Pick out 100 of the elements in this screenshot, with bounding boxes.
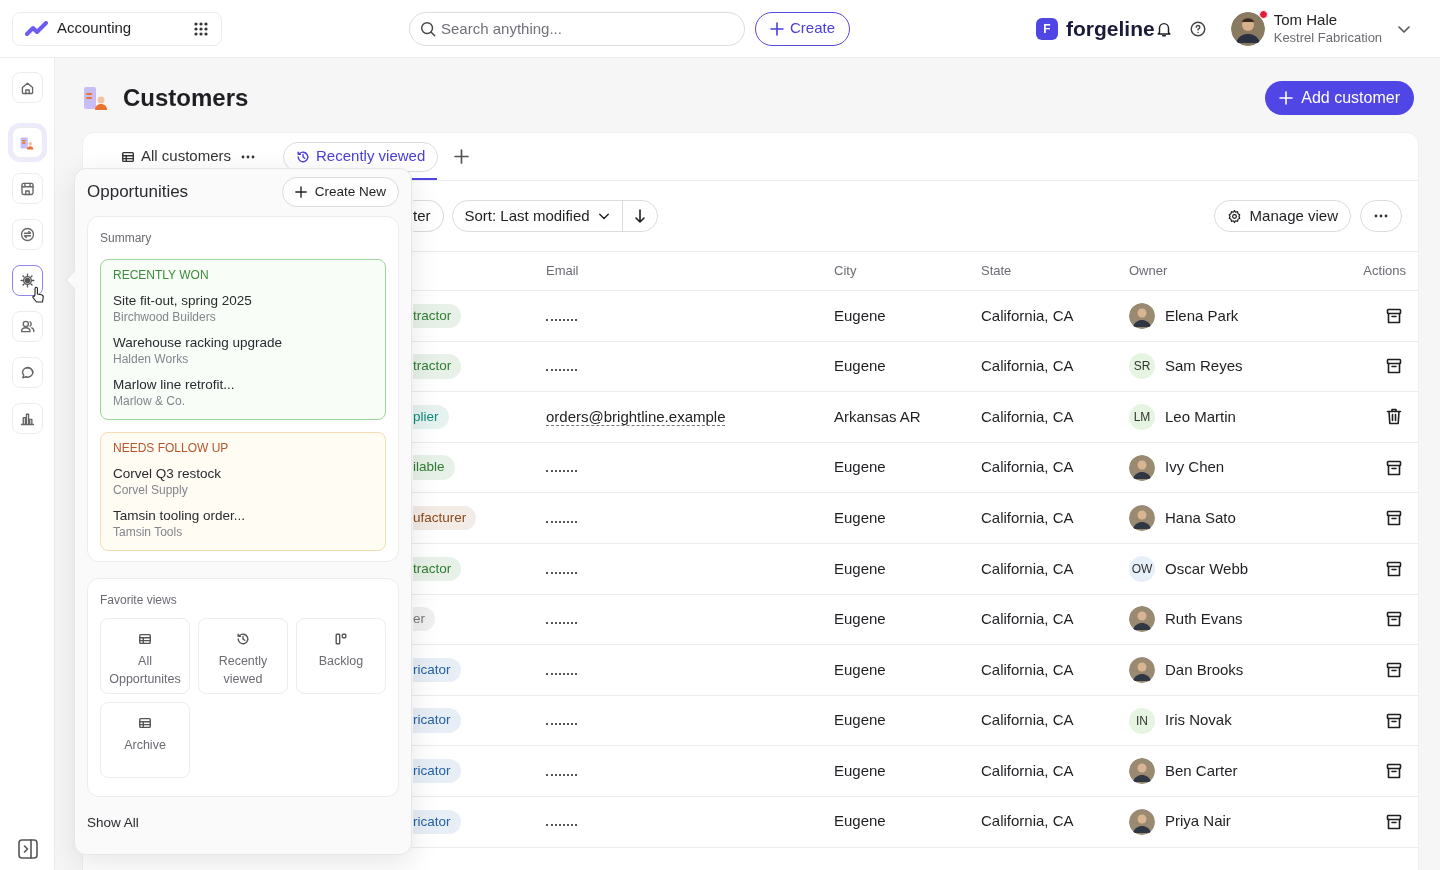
user-name: Tom Hale	[1273, 11, 1339, 30]
trash-icon[interactable]	[1386, 408, 1402, 426]
type-tag: tractor	[413, 303, 462, 328]
type-tag: ricator	[413, 657, 461, 683]
owner-name: Ivy Chen	[1165, 457, 1225, 478]
favorite-view[interactable]: Archive	[100, 702, 190, 778]
opportunity-link[interactable]: Marlow line retrofit...	[113, 376, 235, 393]
table-cell: California, CA	[981, 306, 1074, 324]
archive-icon[interactable]	[1386, 661, 1402, 678]
owner-name: Iris Novak	[1165, 710, 1232, 731]
table-icon	[138, 716, 152, 730]
archive-icon[interactable]	[1386, 307, 1402, 324]
table-cell: Arkansas AR	[834, 407, 921, 425]
owner-initials: LM	[1129, 404, 1155, 430]
archive-icon[interactable]	[1386, 611, 1402, 628]
archive-icon[interactable]	[1386, 560, 1402, 577]
type-tag: tractor	[413, 354, 462, 379]
owner-name: Ben Carter	[1165, 760, 1238, 781]
nav-item[interactable]	[11, 265, 43, 296]
sidebar-toggle-icon[interactable]	[17, 838, 39, 860]
empty-value-line	[546, 369, 577, 372]
company-name: Corvel Supply	[113, 482, 188, 499]
show-all-link[interactable]: Show All	[87, 813, 139, 834]
brand-mark: F	[1036, 17, 1059, 40]
column-header: City	[834, 263, 857, 279]
grid-icon	[193, 20, 209, 37]
empty-value-line	[546, 571, 577, 574]
history-icon	[296, 149, 311, 164]
brand-name: forgeline	[1066, 15, 1155, 42]
help-icon	[1188, 19, 1207, 38]
table-cell: California, CA	[981, 660, 1074, 678]
owner-initials: SR	[1129, 353, 1155, 380]
type-tag: plier	[413, 404, 449, 430]
history-icon	[236, 632, 250, 646]
table-cell: California, CA	[981, 559, 1074, 577]
plus-icon	[1279, 91, 1294, 105]
table-cell: California, CA	[981, 761, 1074, 779]
owner-name: Sam Reyes	[1165, 356, 1243, 377]
table-cell: Eugene	[834, 812, 886, 830]
company-name: Halden Works	[113, 351, 189, 368]
table-cell: California, CA	[981, 711, 1074, 729]
table-cell: Eugene	[834, 508, 886, 526]
company-name: Birchwood Builders	[113, 309, 216, 326]
table-cell: Eugene	[834, 610, 886, 628]
add-customer-button[interactable]: Add customer	[1265, 81, 1414, 115]
columns-icon	[334, 632, 348, 646]
arrow-down-icon	[633, 209, 646, 223]
plus-icon	[770, 21, 784, 36]
view-tab[interactable]: All customers	[109, 141, 268, 172]
favorite-view[interactable]: Backlog	[296, 618, 386, 694]
group-heading: RECENTLY WON	[113, 267, 210, 284]
table-icon	[138, 632, 152, 646]
favorite-view[interactable]: Recently viewed	[198, 618, 288, 694]
table-cell: California, CA	[981, 610, 1074, 628]
sun-icon	[18, 272, 36, 289]
table-cell: California, CA	[981, 458, 1074, 476]
table-cell: Eugene	[834, 458, 886, 476]
type-tag: ufacturer	[413, 506, 477, 531]
table-icon	[121, 149, 135, 164]
owner-name: Dan Brooks	[1165, 659, 1244, 680]
favorite-view[interactable]: All Opportunites	[100, 618, 190, 694]
archive-icon[interactable]	[1386, 358, 1402, 375]
type-tag: er	[413, 607, 435, 632]
opportunity-link[interactable]: Site fit-out, spring 2025	[113, 292, 252, 309]
owner-name: Priya Nair	[1165, 811, 1231, 832]
opportunity-link[interactable]: Tamsin tooling order...	[113, 507, 246, 524]
empty-value-line	[546, 520, 577, 523]
archive-icon[interactable]	[1386, 813, 1402, 830]
archive-icon[interactable]	[1386, 459, 1402, 476]
users-icon	[18, 318, 36, 335]
empty-value-line	[546, 824, 577, 827]
email-link[interactable]: orders@brightline.example	[546, 407, 726, 426]
owner-name: Hana Sato	[1165, 507, 1236, 528]
empty-value-line	[546, 773, 577, 776]
plus-icon	[294, 186, 307, 198]
app-switcher[interactable]: Accounting	[12, 11, 222, 46]
archive-icon[interactable]	[1386, 763, 1402, 780]
add-tab-icon	[454, 149, 470, 164]
opportunity-link[interactable]: Corvel Q3 restock	[113, 465, 222, 482]
page-title: Customers	[123, 83, 250, 113]
table-cell: California, CA	[981, 357, 1074, 375]
empty-value-line	[546, 723, 577, 726]
type-tag: ilable	[413, 455, 455, 480]
opportunity-link[interactable]: Warehouse racking upgrade	[113, 334, 283, 351]
table-cell: Eugene	[834, 761, 886, 779]
archive-icon[interactable]	[1386, 510, 1402, 527]
sort-button[interactable]: Sort: Last modified	[452, 201, 623, 231]
column-header: State	[981, 263, 1012, 279]
owner-initials: IN	[1129, 707, 1155, 734]
more-icon	[1374, 214, 1388, 218]
owner-name: Oscar Webb	[1165, 558, 1249, 579]
table-cell: Eugene	[834, 357, 886, 375]
search-field[interactable]: Search anything...	[409, 11, 745, 46]
archive-icon[interactable]	[1386, 712, 1402, 729]
create-new-button[interactable]: Create New	[281, 177, 399, 207]
empty-value-line	[546, 318, 577, 321]
type-tag: ricator	[413, 708, 461, 733]
table-cell: California, CA	[981, 407, 1074, 425]
column-header: Actions	[1363, 263, 1406, 279]
table-cell: California, CA	[981, 812, 1074, 830]
